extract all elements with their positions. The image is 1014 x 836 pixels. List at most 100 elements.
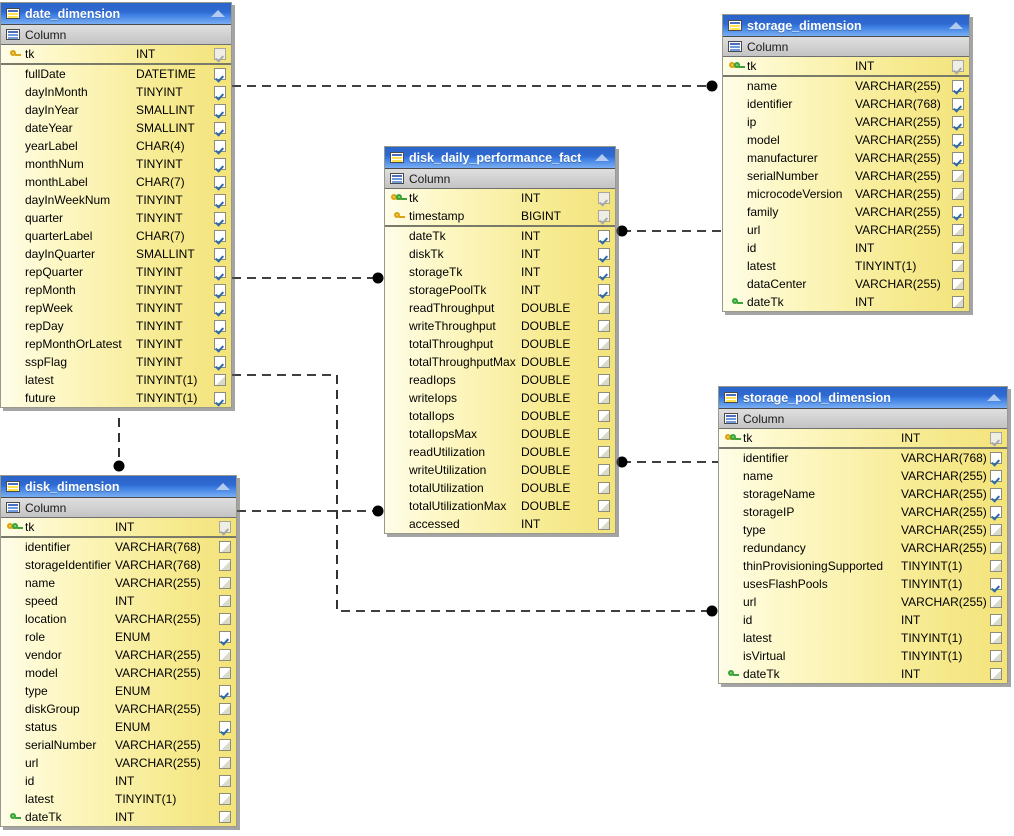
- column-flag[interactable]: [595, 374, 613, 386]
- column-flag[interactable]: [987, 578, 1005, 590]
- table-titlebar-storage_dimension[interactable]: storage_dimension: [723, 15, 969, 37]
- column-flag[interactable]: [216, 757, 234, 769]
- column-flag[interactable]: [949, 224, 967, 236]
- table-row[interactable]: family VARCHAR(255): [723, 203, 969, 221]
- table-row[interactable]: model VARCHAR(255): [1, 664, 236, 682]
- table-row[interactable]: totalThroughputMax DOUBLE: [385, 353, 615, 371]
- table-date_dimension[interactable]: date_dimension Column tk INT fullDate DATETIM…: [0, 2, 232, 408]
- column-flag[interactable]: [211, 266, 229, 278]
- column-flag[interactable]: [211, 48, 229, 60]
- table-disk_daily_performance_fact[interactable]: disk_daily_performance_fact Column tk INT ti…: [384, 146, 616, 534]
- table-row[interactable]: usesFlashPools TINYINT(1): [719, 575, 1007, 593]
- table-row[interactable]: name VARCHAR(255): [719, 467, 1007, 485]
- column-flag[interactable]: [595, 500, 613, 512]
- collapse-chevron-icon[interactable]: [211, 10, 225, 17]
- table-titlebar-disk_dimension[interactable]: disk_dimension: [1, 476, 236, 498]
- column-flag-checkbox[interactable]: [598, 446, 610, 458]
- column-flag[interactable]: [595, 482, 613, 494]
- column-flag[interactable]: [949, 242, 967, 254]
- column-flag[interactable]: [595, 518, 613, 530]
- table-row[interactable]: role ENUM: [1, 628, 236, 646]
- column-flag[interactable]: [211, 158, 229, 170]
- column-flag-checkbox[interactable]: [952, 206, 964, 218]
- table-row[interactable]: repDay TINYINT: [1, 317, 231, 335]
- table-row[interactable]: writeIops DOUBLE: [385, 389, 615, 407]
- column-flag-checkbox[interactable]: [952, 188, 964, 200]
- column-flag[interactable]: [987, 632, 1005, 644]
- table-row[interactable]: location VARCHAR(255): [1, 610, 236, 628]
- column-flag-checkbox[interactable]: [598, 518, 610, 530]
- column-flag[interactable]: [595, 446, 613, 458]
- column-flag[interactable]: [216, 595, 234, 607]
- table-row[interactable]: diskTk INT: [385, 245, 615, 263]
- column-flag[interactable]: [216, 559, 234, 571]
- column-flag[interactable]: [211, 302, 229, 314]
- table-row[interactable]: identifier VARCHAR(768): [719, 449, 1007, 467]
- table-row[interactable]: latest TINYINT(1): [1, 371, 231, 389]
- column-flag[interactable]: [987, 524, 1005, 536]
- table-row[interactable]: dateTk INT: [723, 293, 969, 311]
- column-flag[interactable]: [949, 116, 967, 128]
- column-flag-checkbox[interactable]: [990, 614, 1002, 626]
- table-row[interactable]: totalUtilization DOUBLE: [385, 479, 615, 497]
- column-flag-checkbox[interactable]: [219, 577, 231, 589]
- column-flag-checkbox[interactable]: [952, 60, 964, 72]
- column-flag-checkbox[interactable]: [598, 464, 610, 476]
- column-flag-checkbox[interactable]: [990, 632, 1002, 644]
- column-flag-checkbox[interactable]: [598, 356, 610, 368]
- column-flag[interactable]: [987, 452, 1005, 464]
- column-flag[interactable]: [211, 122, 229, 134]
- table-row[interactable]: yearLabel CHAR(4): [1, 137, 231, 155]
- column-flag[interactable]: [211, 104, 229, 116]
- table-row[interactable]: url VARCHAR(255): [723, 221, 969, 239]
- column-flag-checkbox[interactable]: [214, 248, 226, 260]
- table-row[interactable]: dateTk INT: [719, 665, 1007, 683]
- table-row[interactable]: dataCenter VARCHAR(255): [723, 275, 969, 293]
- table-row[interactable]: tk INT: [719, 429, 1007, 447]
- column-flag[interactable]: [949, 206, 967, 218]
- column-flag-checkbox[interactable]: [598, 192, 610, 204]
- column-flag[interactable]: [949, 296, 967, 308]
- column-flag[interactable]: [949, 134, 967, 146]
- table-titlebar-storage_pool_dimension[interactable]: storage_pool_dimension: [719, 387, 1007, 409]
- table-row[interactable]: identifier VARCHAR(768): [1, 538, 236, 556]
- table-row[interactable]: manufacturer VARCHAR(255): [723, 149, 969, 167]
- column-flag[interactable]: [216, 685, 234, 697]
- column-flag[interactable]: [949, 170, 967, 182]
- column-flag[interactable]: [216, 667, 234, 679]
- table-row[interactable]: repQuarter TINYINT: [1, 263, 231, 281]
- column-flag-checkbox[interactable]: [952, 296, 964, 308]
- column-flag[interactable]: [211, 338, 229, 350]
- table-disk_dimension[interactable]: disk_dimension Column tk INT identifier VARCH…: [0, 475, 237, 827]
- column-flag[interactable]: [211, 176, 229, 188]
- collapse-chevron-icon[interactable]: [216, 483, 230, 490]
- table-row[interactable]: writeThroughput DOUBLE: [385, 317, 615, 335]
- column-flag[interactable]: [949, 152, 967, 164]
- column-flag-checkbox[interactable]: [990, 506, 1002, 518]
- column-flag[interactable]: [949, 278, 967, 290]
- column-flag-checkbox[interactable]: [952, 80, 964, 92]
- table-row[interactable]: model VARCHAR(255): [723, 131, 969, 149]
- column-flag[interactable]: [595, 464, 613, 476]
- column-flag[interactable]: [211, 284, 229, 296]
- table-row[interactable]: dateTk INT: [385, 227, 615, 245]
- table-row[interactable]: totalIopsMax DOUBLE: [385, 425, 615, 443]
- table-row[interactable]: readIops DOUBLE: [385, 371, 615, 389]
- table-row[interactable]: latest TINYINT(1): [1, 790, 236, 808]
- column-flag[interactable]: [595, 266, 613, 278]
- table-row[interactable]: id INT: [719, 611, 1007, 629]
- column-flag-checkbox[interactable]: [952, 152, 964, 164]
- column-flag[interactable]: [211, 392, 229, 404]
- column-flag[interactable]: [216, 613, 234, 625]
- table-row[interactable]: url VARCHAR(255): [1, 754, 236, 772]
- column-flag[interactable]: [211, 194, 229, 206]
- table-row[interactable]: repMonthOrLatest TINYINT: [1, 335, 231, 353]
- column-flag[interactable]: [987, 432, 1005, 444]
- column-flag-checkbox[interactable]: [952, 242, 964, 254]
- table-row[interactable]: storagePoolTk INT: [385, 281, 615, 299]
- column-flag-checkbox[interactable]: [952, 278, 964, 290]
- column-flag[interactable]: [216, 577, 234, 589]
- column-flag[interactable]: [987, 614, 1005, 626]
- column-flag-checkbox[interactable]: [219, 739, 231, 751]
- column-flag-checkbox[interactable]: [990, 432, 1002, 444]
